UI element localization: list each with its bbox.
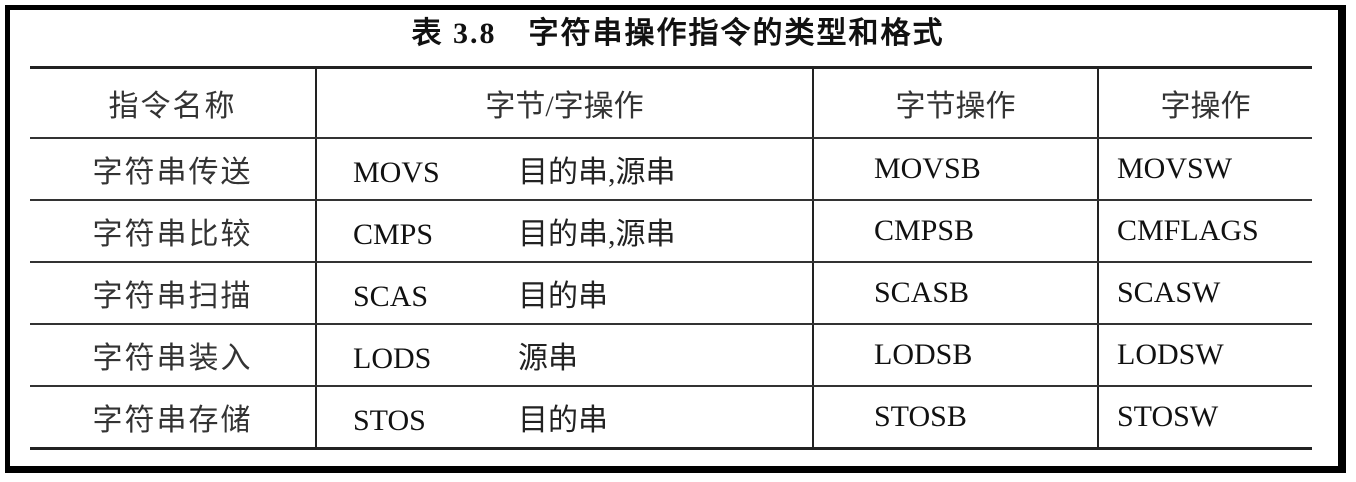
operands: 目的串,源串 bbox=[518, 218, 676, 251]
byte-word-op: STOS 目的串 bbox=[315, 386, 813, 450]
byte-word-op: SCAS 目的串 bbox=[315, 262, 813, 325]
byte-op: CMPSB bbox=[812, 200, 1098, 263]
byte-op: MOVSB bbox=[812, 138, 1098, 201]
header-cell: 字操作 bbox=[1097, 66, 1312, 139]
instruction-name: 字符串存储 bbox=[30, 386, 316, 450]
mnemonic: MOVS bbox=[353, 156, 440, 189]
operands: 目的串 bbox=[518, 280, 608, 313]
operands: 目的串,源串 bbox=[518, 156, 676, 189]
header-row: 指令名称 字节/字操作 字节操作 字操作 bbox=[30, 66, 1312, 139]
word-op: STOSW bbox=[1097, 386, 1312, 450]
table-row: 字符串装入 LODS 源串 LODSB LODSW bbox=[30, 324, 1312, 387]
string-instruction-table: 指令名称 字节/字操作 字节操作 字操作 字符串传送 MOVS 目的串,源串 MO… bbox=[30, 66, 1312, 450]
header-cell: 指令名称 bbox=[30, 66, 316, 139]
table-row: 字符串传送 MOVS 目的串,源串 MOVSB MOVSW bbox=[30, 138, 1312, 201]
operands: 目的串 bbox=[518, 404, 608, 437]
table-row: 字符串扫描 SCAS 目的串 SCASB SCASW bbox=[30, 262, 1312, 325]
header-cell: 字节/字操作 bbox=[315, 66, 813, 139]
mnemonic: CMPS bbox=[353, 218, 434, 251]
word-op: MOVSW bbox=[1097, 138, 1312, 201]
header-cell: 字节操作 bbox=[812, 66, 1098, 139]
instruction-name: 字符串比较 bbox=[30, 200, 316, 263]
byte-op: STOSB bbox=[812, 386, 1098, 450]
mnemonic: STOS bbox=[353, 404, 426, 437]
instruction-name: 字符串装入 bbox=[30, 324, 316, 387]
table-row: 字符串比较 CMPS 目的串,源串 CMPSB CMFLAGS bbox=[30, 200, 1312, 263]
mnemonic: LODS bbox=[353, 342, 432, 375]
instruction-name: 字符串传送 bbox=[30, 138, 316, 201]
word-op: CMFLAGS bbox=[1097, 200, 1312, 263]
table-row: 字符串存储 STOS 目的串 STOSB STOSW bbox=[30, 386, 1312, 450]
operands: 源串 bbox=[518, 342, 578, 375]
word-op: LODSW bbox=[1097, 324, 1312, 387]
byte-word-op: MOVS 目的串,源串 bbox=[315, 138, 813, 201]
byte-op: SCASB bbox=[812, 262, 1098, 325]
mnemonic: SCAS bbox=[353, 280, 429, 313]
byte-word-op: LODS 源串 bbox=[315, 324, 813, 387]
instruction-name: 字符串扫描 bbox=[30, 262, 316, 325]
byte-word-op: CMPS 目的串,源串 bbox=[315, 200, 813, 263]
word-op: SCASW bbox=[1097, 262, 1312, 325]
table-caption: 表 3.8 字符串操作指令的类型和格式 bbox=[411, 17, 945, 50]
byte-op: LODSB bbox=[812, 324, 1098, 387]
